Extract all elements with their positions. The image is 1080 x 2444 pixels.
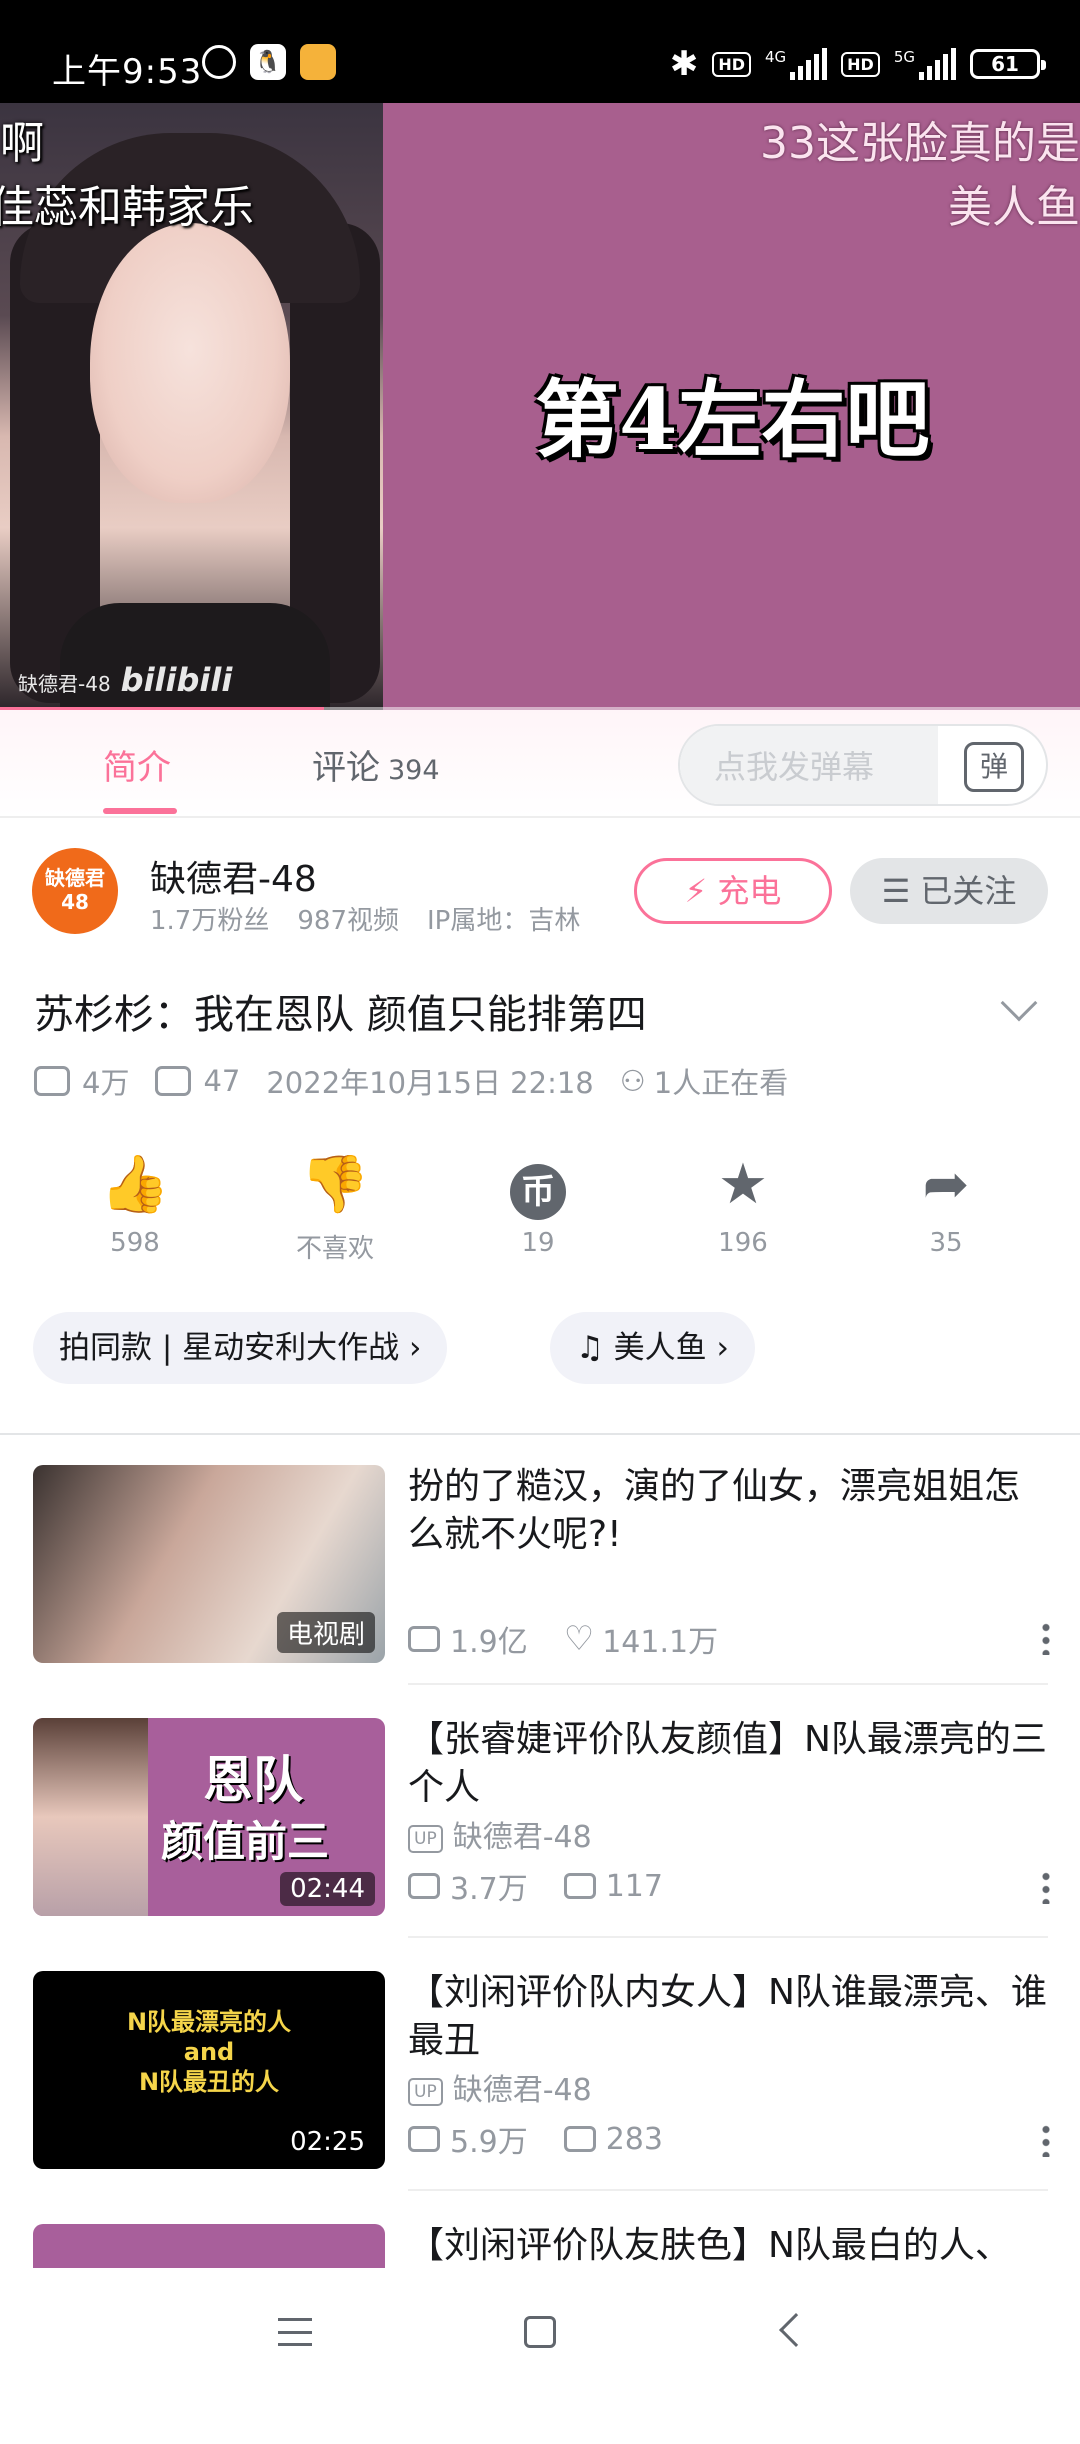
video-stats: 4万 47 2022年10月15日 22:18 ⚇ 1人正在看 [34, 1060, 814, 1102]
chevron-down-icon[interactable] [1000, 984, 1038, 1022]
status-time: 上午9:53 [52, 52, 203, 92]
play-icon [408, 2126, 440, 2152]
comment-count: 394 [388, 755, 440, 786]
fans-count: 1.7万粉丝 [150, 906, 270, 936]
coin-button[interactable]: 币 19 [468, 1150, 608, 1258]
status-bar: 上午9:53 🐧 ✱ HD 4G HD 5G 61 [0, 0, 1080, 103]
video-player[interactable]: 啊 佳蕊和韩家乐 33这张脸真的是 美人鱼 第4左右吧 缺德君-48 bilibi… [0, 103, 1080, 710]
back-icon[interactable] [779, 2313, 813, 2347]
more-options-icon[interactable] [1042, 1870, 1050, 1904]
related-uploader: UP 缺德君-48 [408, 2065, 592, 2109]
network-4g-label: 4G [764, 48, 787, 66]
related-stats: 3.7万 117 [408, 1864, 699, 1908]
tab-indicator [103, 808, 177, 814]
system-nav-bar [0, 2268, 1080, 2400]
video-title: 苏杉杉：我在恩队 颜值只能排第四 [34, 992, 647, 1038]
overlay-text: 佳蕊和韩家乐 [0, 182, 254, 233]
video-thumbnail[interactable]: 恩队 颜值前三 02:44 [33, 1718, 385, 1916]
more-options-icon[interactable] [1042, 2123, 1050, 2157]
alarm-icon [202, 45, 236, 79]
danmaku-input-box[interactable]: 点我发弹幕 弹 [678, 724, 1048, 806]
coin-icon: 币 [510, 1164, 566, 1220]
danmaku-icon [155, 1066, 192, 1096]
category-badge: 电视剧 [276, 1612, 375, 1653]
share-button[interactable]: ➦ 35 [876, 1150, 1016, 1258]
watching-count: 1人正在看 [653, 1066, 789, 1100]
battery-level: 61 [991, 52, 1019, 76]
play-icon [408, 1626, 440, 1652]
recent-apps-icon[interactable] [278, 2318, 312, 2346]
play-icon [34, 1066, 70, 1096]
related-title[interactable]: 扮的了糙汉，演的了仙女，漂亮姐姐怎么就不火呢?! [408, 1463, 1048, 1559]
ip-location: IP属地：吉林 [427, 906, 581, 936]
related-video[interactable]: 电视剧 扮的了糙汉，演的了仙女，漂亮姐姐怎么就不火呢?! 1.9亿 ♡ 141.1… [0, 1435, 1080, 1685]
action-bar: 👍 598 👎 不喜欢 币 19 ★ 196 ➦ 35 [0, 1150, 1080, 1270]
tab-intro[interactable]: 简介 [103, 740, 171, 789]
video-thumbnail[interactable]: N队最漂亮的人 and N队最丑的人 02:25 [33, 1971, 385, 2169]
tab-comments[interactable]: 评论 394 [312, 740, 440, 789]
signal-icon-2 [919, 48, 956, 80]
status-right: ✱ HD 4G HD 5G 61 [669, 44, 1046, 84]
uploader-meta: 1.7万粉丝 987视频 IP属地：吉林 [150, 900, 608, 937]
favorite-button[interactable]: ★ 196 [673, 1150, 813, 1258]
duration-badge: 02:44 [280, 1872, 375, 1906]
danmaku-toggle-icon[interactable]: 弹 [964, 742, 1024, 792]
danmaku-icon [563, 1873, 596, 1899]
overlay-text: 美人鱼 [948, 182, 1080, 233]
bluetooth-icon: ✱ [669, 44, 699, 84]
battery-icon: 61 [970, 49, 1046, 79]
like-button[interactable]: 👍 598 [65, 1150, 205, 1258]
danmaku-input[interactable]: 点我发弹幕 [680, 726, 938, 804]
hd-badge-1: HD [712, 51, 751, 77]
video-thumbnail[interactable]: 电视剧 [33, 1465, 385, 1663]
play-icon [408, 1873, 440, 1899]
overlay-text: 33这张脸真的是 [760, 118, 1080, 169]
thumbs-down-icon: 👎 [300, 1152, 370, 1217]
related-stats: 5.9万 283 [408, 2117, 699, 2161]
notification-icons: 🐧 [202, 44, 336, 80]
more-options-icon[interactable] [1042, 1621, 1050, 1655]
follow-button[interactable]: ☰ 已关注 [850, 858, 1048, 924]
publish-date: 2022年10月15日 22:18 [266, 1066, 594, 1100]
charge-button[interactable]: ⚡ 充电 [634, 858, 832, 924]
heart-icon: ♡ [563, 1619, 595, 1659]
thumbs-up-icon: 👍 [100, 1152, 170, 1217]
video-watermark: 缺德君-48 bilibili [18, 661, 233, 699]
qq-icon: 🐧 [250, 44, 286, 80]
hd-badge-2: HD [841, 51, 880, 77]
related-uploader: UP 缺德君-48 [408, 1812, 592, 1856]
overlay-text: 啊 [0, 118, 44, 169]
tag-music[interactable]: ♫ 美人鱼 › [550, 1312, 755, 1384]
viewers-icon: ⚇ [619, 1064, 646, 1098]
message-icon [300, 44, 336, 80]
video-caption: 第4左右吧 [535, 370, 930, 469]
bilibili-logo: bilibili [120, 661, 233, 699]
share-icon: ➦ [922, 1152, 970, 1217]
tag-activity[interactable]: 拍同款 | 星动安利大作战 › [33, 1312, 448, 1384]
up-icon: UP [408, 2077, 443, 2106]
tab-bar: 简介 评论 394 点我发弹幕 弹 [0, 710, 1080, 818]
related-title[interactable]: 【刘闲评价队内女人】N队谁最漂亮、谁最丑 [408, 1969, 1048, 2065]
uploader-avatar[interactable]: 缺德君 48 [32, 848, 118, 934]
related-title[interactable]: 【张睿婕评价队友颜值】N队最漂亮的三个人 [408, 1716, 1048, 1812]
duration-badge: 02:25 [280, 2125, 375, 2159]
related-video[interactable]: 恩队 颜值前三 02:44 【张睿婕评价队友颜值】N队最漂亮的三个人 UP 缺德君… [0, 1688, 1080, 1938]
up-icon: UP [408, 1824, 443, 1853]
dislike-button[interactable]: 👎 不喜欢 [265, 1150, 405, 1265]
network-5g-label: 5G [893, 48, 915, 66]
related-stats: 1.9亿 ♡ 141.1万 [408, 1617, 754, 1661]
home-icon[interactable] [524, 2316, 556, 2348]
signal-icon-1 [790, 48, 828, 80]
star-icon: ★ [717, 1152, 769, 1217]
related-video[interactable]: N队最漂亮的人 and N队最丑的人 02:25 【刘闲评价队内女人】N队谁最漂… [0, 1941, 1080, 2191]
video-count: 987视频 [297, 906, 399, 936]
related-title[interactable]: 【刘闲评价队友肤色】N队最白的人、 [408, 2222, 1048, 2270]
danmaku-icon [563, 2126, 596, 2152]
uploader-name[interactable]: 缺德君-48 [150, 850, 317, 902]
